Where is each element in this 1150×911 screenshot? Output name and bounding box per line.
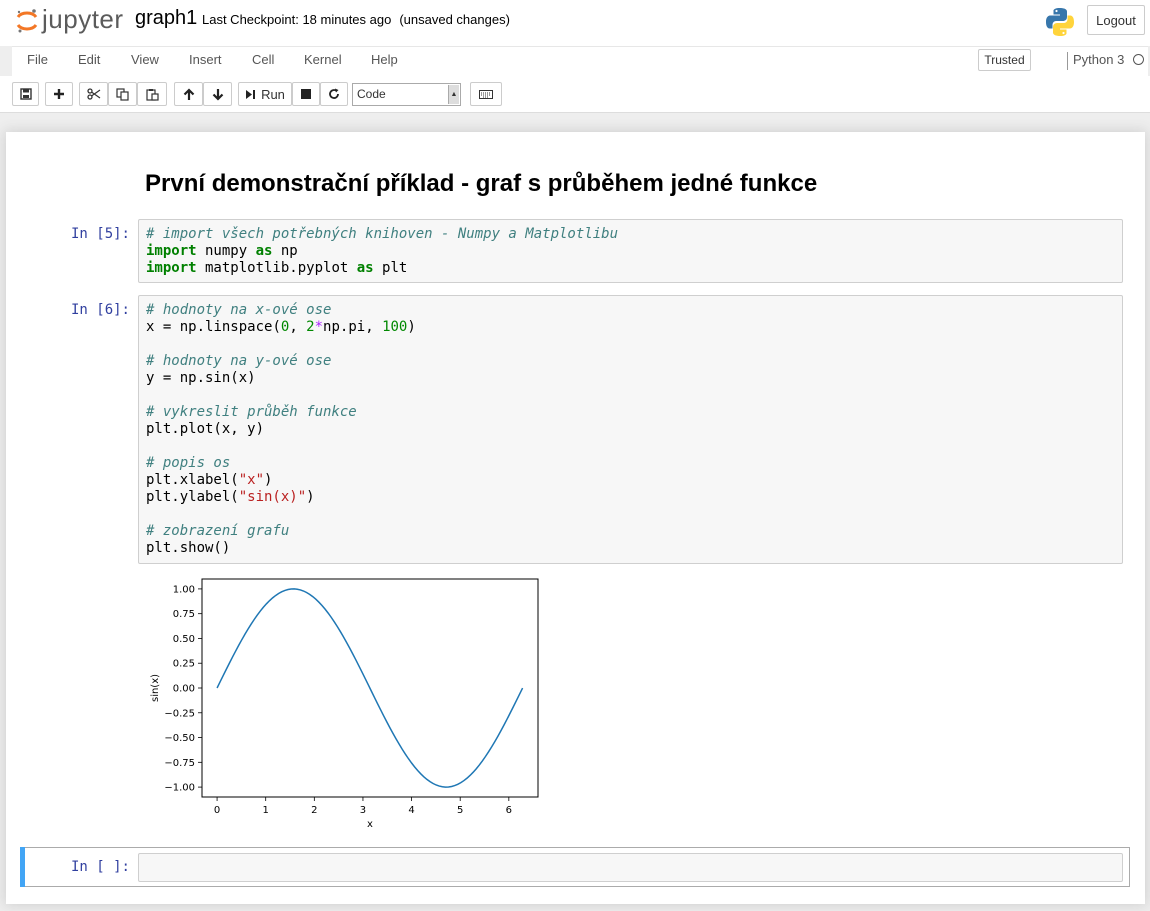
unsaved-changes-text: (unsaved changes)	[399, 12, 510, 27]
paste-button[interactable]	[137, 82, 167, 106]
code-line: # zobrazení grafu	[146, 523, 290, 539]
run-label: Run	[261, 86, 285, 102]
save-button[interactable]	[12, 82, 39, 106]
code-line: plt.xlabel("x")	[146, 472, 273, 488]
kernel-idle-icon	[1133, 54, 1144, 65]
code-line: plt.show()	[146, 540, 231, 556]
stop-icon	[301, 89, 311, 99]
kernel-name[interactable]: Python 3	[1073, 52, 1124, 67]
cell-5-prompt: In [5]:	[70, 226, 130, 242]
empty-code-input[interactable]	[138, 853, 1123, 882]
y-tick-label: −0.75	[164, 758, 195, 769]
cell-6-prompt: In [6]:	[70, 302, 130, 318]
code-line: # hodnoty na x-ové ose	[146, 302, 332, 318]
save-icon	[19, 88, 32, 100]
kernel-separator	[1067, 52, 1068, 70]
x-tick-label: 0	[214, 805, 220, 816]
move-up-button[interactable]	[174, 82, 203, 106]
checkpoint-status: Last Checkpoint: 18 minutes ago (unsaved …	[202, 12, 510, 27]
keyboard-icon	[479, 89, 493, 99]
y-tick-label: 1.00	[173, 584, 195, 595]
x-tick-label: 6	[506, 805, 512, 816]
cell-6-code-input[interactable]: # hodnoty na x-ové ose x = np.linspace(0…	[138, 295, 1123, 564]
cell-type-select[interactable]: Code ▲	[352, 83, 461, 106]
code-line: import numpy as np	[146, 243, 298, 259]
x-tick-label: 4	[408, 805, 414, 816]
code-line: # hodnoty na y-ové ose	[146, 353, 332, 369]
y-tick-label: 0.75	[173, 609, 195, 620]
menu-help[interactable]: Help	[371, 52, 398, 67]
logout-button[interactable]: Logout	[1087, 5, 1145, 35]
interrupt-button[interactable]	[292, 82, 320, 106]
menu-cell[interactable]: Cell	[252, 52, 274, 67]
checkpoint-text: Last Checkpoint: 18 minutes ago	[202, 12, 392, 27]
y-tick-label: 0.50	[173, 634, 195, 645]
code-line: x = np.linspace(0, 2*np.pi, 100)	[146, 319, 416, 335]
toolbar	[0, 76, 1150, 113]
run-icon	[246, 89, 256, 99]
menu-view[interactable]: View	[131, 52, 159, 67]
y-tick-label: −0.25	[164, 708, 195, 719]
sine-plot: 0 1 2 3 4 5 6 1.00 0.75 0.50 0.25 0.00 −0.25 −0.50 −0.…	[150, 578, 539, 830]
jupyter-logo-text[interactable]: jupyter	[42, 4, 124, 35]
header: jupyter graph1 Last Checkpoint: 18 minut…	[0, 0, 1150, 46]
code-line: plt.plot(x, y)	[146, 421, 265, 437]
copy-button[interactable]	[108, 82, 137, 106]
paste-icon	[145, 88, 159, 101]
x-tick-label: 3	[360, 805, 366, 816]
run-button[interactable]: Run	[238, 82, 292, 106]
cell-type-value: Code	[357, 87, 386, 101]
empty-cell-prompt: In [ ]:	[70, 859, 130, 875]
x-tick-label: 2	[311, 805, 317, 816]
copy-icon	[116, 87, 129, 101]
scissors-icon	[86, 88, 100, 100]
code-line: y = np.sin(x)	[146, 370, 256, 386]
notebook-name[interactable]: graph1	[135, 7, 197, 30]
code-line: plt.ylabel("sin(x)")	[146, 489, 315, 505]
command-palette-button[interactable]	[470, 82, 502, 106]
code-line: # vykreslit průběh funkce	[146, 404, 357, 420]
y-tick-label: 0.25	[173, 659, 195, 670]
jupyter-logo-icon	[16, 9, 38, 33]
y-tick-label: −0.50	[164, 733, 195, 744]
arrow-up-icon	[183, 87, 194, 100]
move-down-button[interactable]	[203, 82, 232, 106]
x-axis-label: x	[367, 819, 373, 830]
y-axis-label: sin(x)	[150, 674, 161, 702]
x-tick-label: 5	[457, 805, 463, 816]
menu-insert[interactable]: Insert	[189, 52, 222, 67]
cut-button[interactable]	[79, 82, 108, 106]
markdown-heading[interactable]: První demonstrační příklad - graf s průb…	[145, 170, 817, 198]
insert-cell-button[interactable]	[45, 82, 73, 106]
arrow-down-icon	[212, 88, 223, 101]
y-tick-label: −1.00	[164, 783, 195, 794]
restart-icon	[329, 88, 339, 99]
x-tick-label: 1	[263, 805, 269, 816]
python-logo-icon	[1046, 8, 1074, 36]
restart-button[interactable]	[320, 82, 348, 106]
plus-icon	[54, 89, 64, 99]
chevron-down-icon: ▲	[448, 85, 459, 104]
code-line: # popis os	[146, 455, 231, 471]
menu-edit[interactable]: Edit	[78, 52, 100, 67]
menu-file[interactable]: File	[27, 52, 48, 67]
code-line: # import všech potřebných knihoven - Num…	[146, 226, 619, 242]
cell-5-code-input[interactable]: # import všech potřebných knihoven - Num…	[138, 219, 1123, 283]
y-tick-label: 0.00	[173, 684, 195, 695]
menu-kernel[interactable]: Kernel	[304, 52, 342, 67]
code-line: import matplotlib.pyplot as plt	[146, 260, 408, 276]
trusted-indicator[interactable]: Trusted	[978, 49, 1031, 71]
